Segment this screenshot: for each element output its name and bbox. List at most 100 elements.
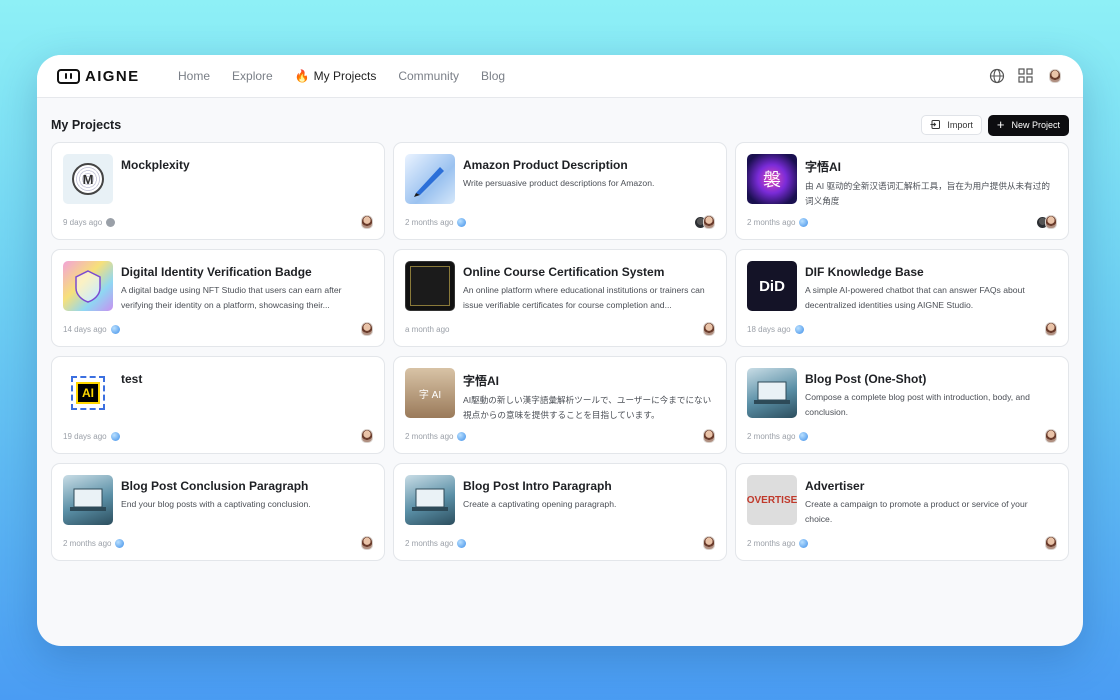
app-window: AIGNE Home Explore 🔥 My Projects Communit… (37, 55, 1083, 646)
new-project-button[interactable]: + New Project (987, 114, 1069, 136)
github-icon (106, 217, 116, 227)
globe-icon (110, 324, 120, 334)
avatar-icon (703, 215, 715, 229)
project-time: 2 months ago (747, 217, 796, 227)
laptop-icon (412, 488, 448, 511)
project-grid: M Mockplexity 9 days ago Amazon Product … (51, 142, 1069, 561)
globe-icon (457, 217, 467, 227)
project-thumbnail (63, 261, 113, 311)
project-description: AI駆動の新しい漢字語彙解析ツールで、ユーザーに今までにない視点からの意味を提供… (463, 395, 712, 420)
project-updated: 2 months ago (405, 431, 467, 441)
pen-icon (414, 167, 444, 197)
avatar-icon (361, 322, 373, 336)
page-header: My Projects Import + New Project (51, 112, 1069, 138)
nav-community-label: Community (398, 69, 460, 83)
project-description: Create a campaign to promote a product o… (805, 499, 1028, 524)
header-actions: Import + New Project (921, 114, 1069, 136)
avatar-icon (361, 215, 373, 229)
nav-blog[interactable]: Blog (481, 69, 505, 83)
avatar-icon (703, 429, 715, 443)
project-time: a month ago (405, 324, 450, 334)
project-thumbnail (405, 261, 455, 311)
project-card[interactable]: Blog Post Conclusion Paragraph End your b… (51, 463, 385, 561)
project-updated: a month ago (405, 325, 449, 334)
main-content: My Projects Import + New Project M Mockp… (37, 98, 1083, 561)
avatar-icon (1045, 322, 1057, 336)
project-time: 2 months ago (63, 538, 112, 548)
avatar-icon (1048, 68, 1061, 83)
brand-logo[interactable]: AIGNE (57, 68, 178, 85)
badge-icon (75, 270, 101, 303)
project-updated: 19 days ago (63, 431, 120, 441)
project-card[interactable]: Amazon Product Description Write persuasi… (393, 142, 727, 240)
project-card[interactable]: 字 AI 字悟AI AI駆動の新しい漢字語彙解析ツールで、ユーザーに今までにない視… (393, 356, 727, 454)
page-title: My Projects (51, 118, 122, 132)
project-card[interactable]: AI test 19 days ago (51, 356, 385, 454)
import-label: Import (947, 119, 973, 130)
globe-icon (457, 431, 467, 441)
project-description: Create a captivating opening paragraph. (463, 499, 617, 509)
project-time: 2 months ago (405, 538, 454, 548)
project-card[interactable]: Blog Post Intro Paragraph Create a captiv… (393, 463, 727, 561)
main-nav: Home Explore 🔥 My Projects Community Blog (178, 69, 505, 83)
project-description: Write persuasive product descriptions fo… (463, 178, 655, 188)
project-title: DIF Knowledge Base (805, 265, 924, 279)
globe-icon[interactable] (988, 67, 1005, 84)
globe-icon (110, 431, 120, 441)
project-title: 字悟AI (805, 160, 842, 174)
project-time: 14 days ago (63, 324, 107, 334)
project-thumbnail (405, 154, 455, 204)
project-time: 9 days ago (63, 217, 103, 227)
project-card[interactable]: M Mockplexity 9 days ago (51, 142, 385, 240)
thumbnail-glyph: OVERTISE (747, 494, 797, 506)
project-updated: 2 months ago (405, 217, 467, 227)
mockplexity-logo-icon: M (72, 163, 104, 195)
laptop-icon (70, 488, 106, 511)
globe-icon (799, 217, 809, 227)
project-card[interactable]: 褩 字悟AI 由 AI 驱动的全新汉语词汇解析工具，旨在为用户提供从未有过的词义角… (735, 142, 1069, 240)
apps-grid-icon[interactable] (1017, 67, 1034, 84)
globe-icon (115, 538, 125, 548)
project-card[interactable]: Digital Identity Verification Badge A dig… (51, 249, 385, 347)
avatar-icon (703, 536, 715, 550)
project-card[interactable]: DiD DIF Knowledge Base A simple AI-powere… (735, 249, 1069, 347)
nav-community[interactable]: Community (398, 69, 459, 83)
project-title: Blog Post (One-Shot) (805, 372, 927, 386)
nav-explore[interactable]: Explore (232, 69, 273, 83)
project-time: 2 months ago (747, 431, 796, 441)
project-card[interactable]: Blog Post (One-Shot) Compose a complete b… (735, 356, 1069, 454)
project-updated: 2 months ago (405, 538, 467, 548)
globe-icon (799, 538, 809, 548)
project-updated: 2 months ago (747, 538, 809, 548)
project-thumbnail (405, 475, 455, 525)
project-updated: 2 months ago (747, 431, 809, 441)
brand-name: AIGNE (85, 67, 140, 85)
project-time: 2 months ago (405, 431, 454, 441)
flame-icon: 🔥 (294, 69, 310, 83)
project-updated: 18 days ago (747, 324, 804, 334)
avatar-icon (1045, 215, 1057, 229)
project-description: Compose a complete blog post with introd… (805, 392, 1030, 417)
import-button[interactable]: Import (921, 114, 982, 135)
project-card[interactable]: Online Course Certification System An onl… (393, 249, 727, 347)
new-project-label: New Project (1011, 120, 1060, 130)
nav-blog-label: Blog (481, 69, 506, 83)
project-thumbnail: DiD (747, 261, 797, 311)
project-card[interactable]: OVERTISE Advertiser Create a campaign to … (735, 463, 1069, 561)
project-title: Digital Identity Verification Badge (121, 265, 312, 279)
project-updated: 2 months ago (747, 217, 809, 227)
project-time: 19 days ago (63, 431, 107, 441)
project-title: Blog Post Conclusion Paragraph (121, 479, 309, 493)
project-description: 由 AI 驱动的全新汉语词汇解析工具，旨在为用户提供从未有过的词义角度 (805, 181, 1050, 206)
aigne-logo-icon (57, 68, 80, 84)
project-title: Amazon Product Description (463, 158, 628, 172)
thumbnail-glyph: DiD (759, 277, 785, 295)
nav-my-projects[interactable]: 🔥 My Projects (295, 69, 377, 83)
project-description: An online platform where educational ins… (463, 285, 705, 310)
nav-home-label: Home (178, 69, 211, 83)
project-time: 2 months ago (405, 217, 454, 227)
nav-home[interactable]: Home (178, 69, 210, 83)
project-thumbnail: AI (63, 368, 113, 418)
user-avatar[interactable] (1046, 67, 1063, 84)
project-updated: 9 days ago (63, 217, 116, 227)
